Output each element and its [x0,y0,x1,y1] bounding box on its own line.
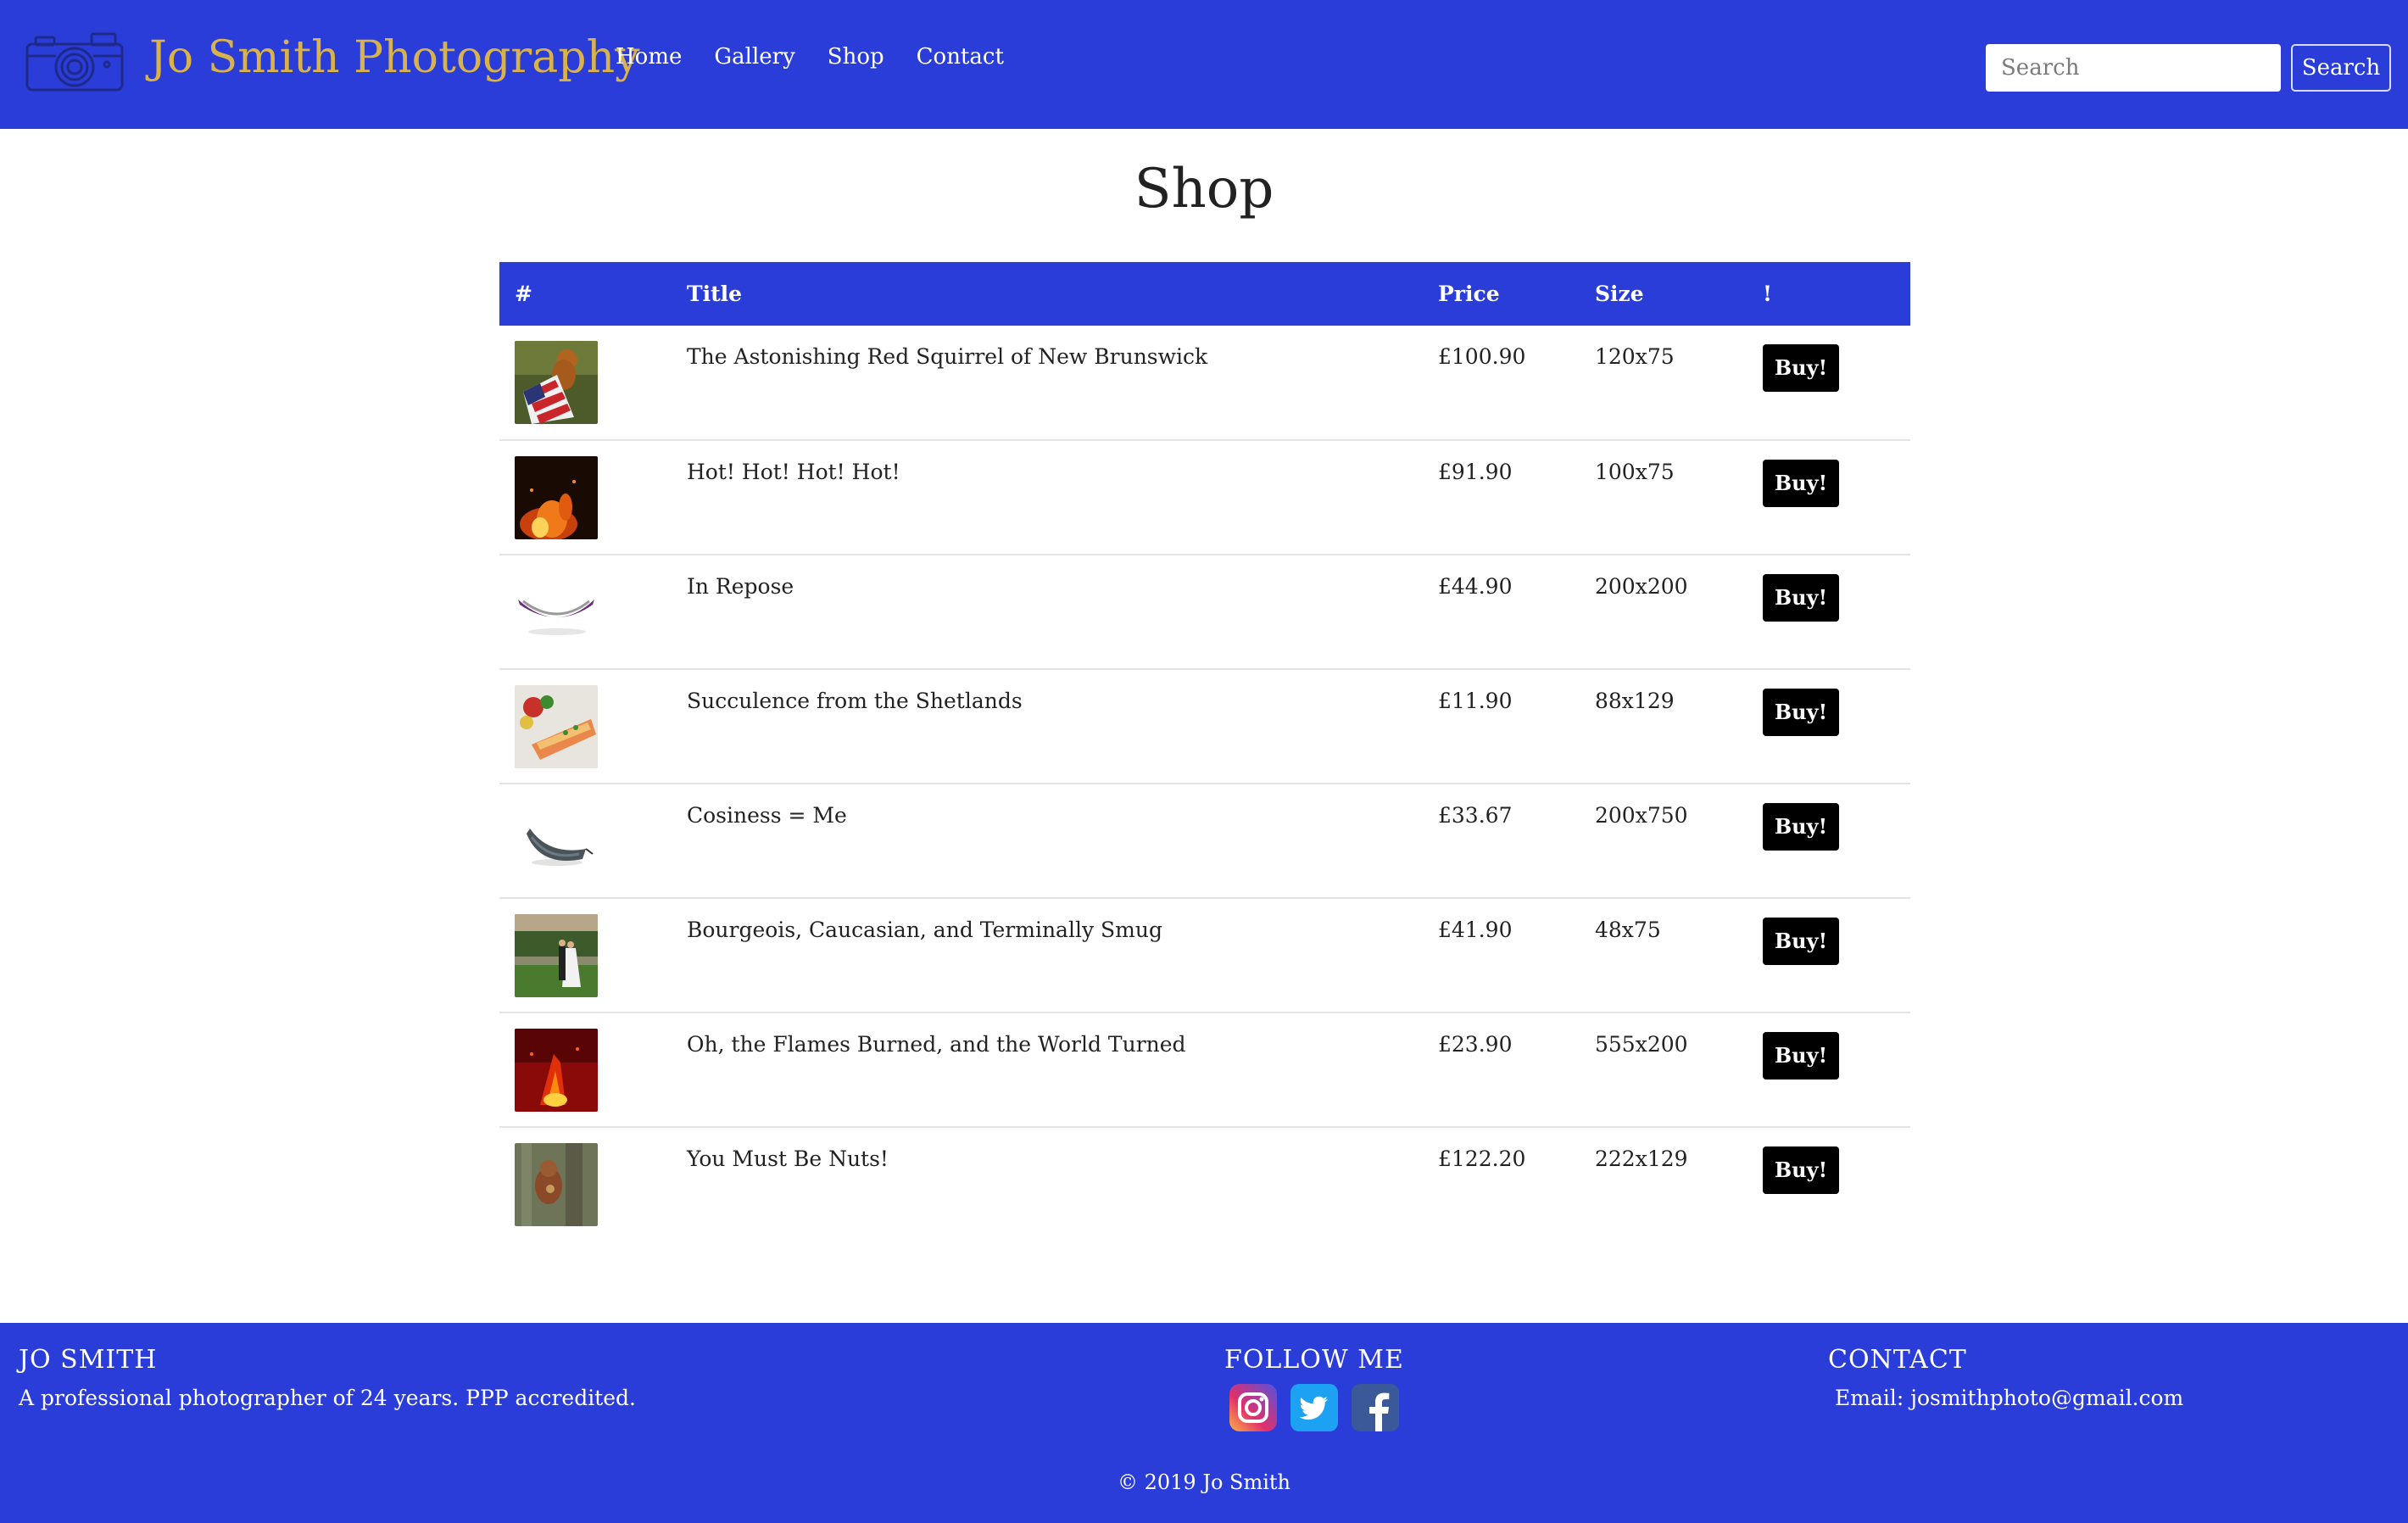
table-row: Bourgeois, Caucasian, and Terminally Smu… [499,898,1910,1013]
item-price: £33.67 [1423,784,1580,899]
item-size: 48x75 [1580,898,1747,1013]
footer-follow-heading: FOLLOW ME [1224,1345,1404,1375]
nav-home-link[interactable]: Home [616,44,682,70]
buy-button[interactable]: Buy! [1763,344,1839,392]
table-row: In Repose £44.90 200x200 Buy! [499,555,1910,670]
table-row: You Must Be Nuts! £122.20 222x129 Buy! [499,1127,1910,1241]
item-title: Hot! Hot! Hot! Hot! [672,440,1423,555]
table-row: Oh, the Flames Burned, and the World Tur… [499,1013,1910,1128]
salmon-dish-photo[interactable] [515,685,598,768]
item-size: 200x200 [1580,555,1747,670]
fire-photo[interactable] [515,456,598,541]
buy-button[interactable]: Buy! [1763,460,1839,507]
item-price: £23.90 [1423,1013,1580,1128]
nav-links: Home Gallery Shop Contact [616,44,1036,70]
purple-hammock-photo[interactable] [515,571,598,654]
item-price: £122.20 [1438,1146,1526,1171]
twitter-icon[interactable] [1290,1384,1338,1431]
red-squirrel-with-flag-photo[interactable] [515,341,598,424]
item-size: 222x129 [1595,1146,1688,1171]
table-row: Hot! Hot! Hot! Hot! £91.90 100x75 Buy! [499,440,1910,555]
buy-button[interactable]: Buy! [1763,1146,1839,1194]
table-header-row: # Title Price Size ! [499,262,1910,326]
footer: JO SMITH A professional photographer of … [0,1323,2408,1523]
header-price: Price [1438,282,1500,306]
footer-about-text: A professional photographer of 24 years.… [19,1386,636,1410]
bonfire-photo[interactable] [515,1029,598,1112]
item-title: Succulence from the Shetlands [672,669,1423,784]
item-price: £100.90 [1423,326,1580,441]
item-price: £91.90 [1423,440,1580,555]
item-size: 200x750 [1580,784,1747,899]
nav-gallery-link[interactable]: Gallery [714,44,794,70]
item-title: You Must Be Nuts! [687,1146,889,1171]
camera-logo-icon[interactable] [24,31,125,93]
item-title: In Repose [672,555,1423,670]
buy-button[interactable]: Buy! [1763,918,1839,965]
item-size: 120x75 [1580,326,1747,441]
item-price: £11.90 [1423,669,1580,784]
brand-title[interactable]: Jo Smith Photography [149,32,639,83]
header-size: Size [1595,282,1644,306]
squirrel-with-nut-photo[interactable] [515,1143,598,1226]
item-title: Oh, the Flames Burned, and the World Tur… [672,1013,1423,1128]
nav-contact-link[interactable]: Contact [917,44,1004,70]
item-title: Bourgeois, Caucasian, and Terminally Smu… [672,898,1423,1013]
buy-button[interactable]: Buy! [1763,1032,1839,1079]
search-input[interactable] [1986,44,2281,92]
shop-table: # Title Price Size ! The Astonishing Red… [499,262,1910,1241]
buy-button[interactable]: Buy! [1763,689,1839,736]
item-size: 555x200 [1580,1013,1747,1128]
buy-button[interactable]: Buy! [1763,803,1839,851]
header-title: Title [687,282,743,306]
facebook-icon[interactable] [1352,1384,1399,1431]
header-action: ! [1763,282,1772,306]
copyright: © 2019 Jo Smith [1117,1470,1290,1494]
item-size: 100x75 [1580,440,1747,555]
search-button[interactable]: Search [2291,44,2391,92]
footer-about-heading: JO SMITH [19,1345,158,1375]
buy-button[interactable]: Buy! [1763,574,1839,622]
footer-contact-email[interactable]: Email: josmithphoto@gmail.com [1835,1386,2183,1410]
wedding-couple-photo[interactable] [515,914,598,997]
table-row: Succulence from the Shetlands £11.90 88x… [499,669,1910,784]
header-number: # [515,282,532,306]
page-title: Shop [1134,158,1274,220]
table-row: The Astonishing Red Squirrel of New Brun… [499,326,1910,441]
footer-contact-heading: CONTACT [1828,1345,1967,1375]
nav-shop-link[interactable]: Shop [828,44,884,70]
table-row: Cosiness = Me £33.67 200x750 Buy! [499,784,1910,899]
item-title: The Astonishing Red Squirrel of New Brun… [672,326,1423,441]
item-size: 88x129 [1580,669,1747,784]
item-price: £44.90 [1423,555,1580,670]
grey-hammock-photo[interactable] [515,800,598,883]
item-title: Cosiness = Me [672,784,1423,899]
item-price: £41.90 [1423,898,1580,1013]
navbar: Jo Smith Photography Home Gallery Shop C… [0,0,2408,129]
instagram-icon[interactable] [1229,1384,1277,1431]
